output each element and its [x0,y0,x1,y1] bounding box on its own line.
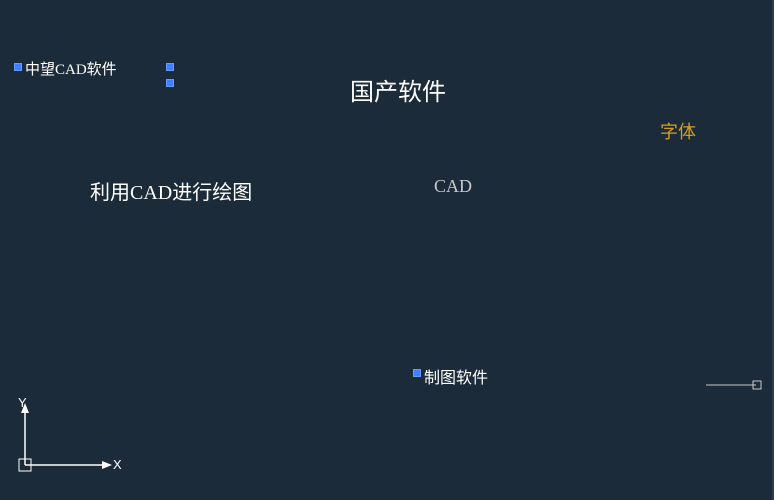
crosshair-right [706,365,766,405]
center-main-label: 利用CAD进行绘图 [90,176,252,205]
blue-marker-4 [413,369,421,377]
svg-text:X: X [113,457,122,472]
axis-indicator: Y X [5,395,125,485]
top-right-label: 字体 [660,118,696,144]
bottom-center-label: 制图软件 [424,364,488,388]
blue-marker-1 [14,63,22,71]
blue-marker-3 [166,79,174,87]
center-top-label: 国产软件 [350,72,446,107]
cad-canvas: 中望CAD软件 国产软件 字体 利用CAD进行绘图 CAD 制图软件 Y X [0,0,774,500]
svg-text:Y: Y [18,395,27,410]
center-cad-label: CAD [434,176,472,197]
blue-marker-2 [166,63,174,71]
top-left-label: 中望CAD软件 [25,58,117,79]
